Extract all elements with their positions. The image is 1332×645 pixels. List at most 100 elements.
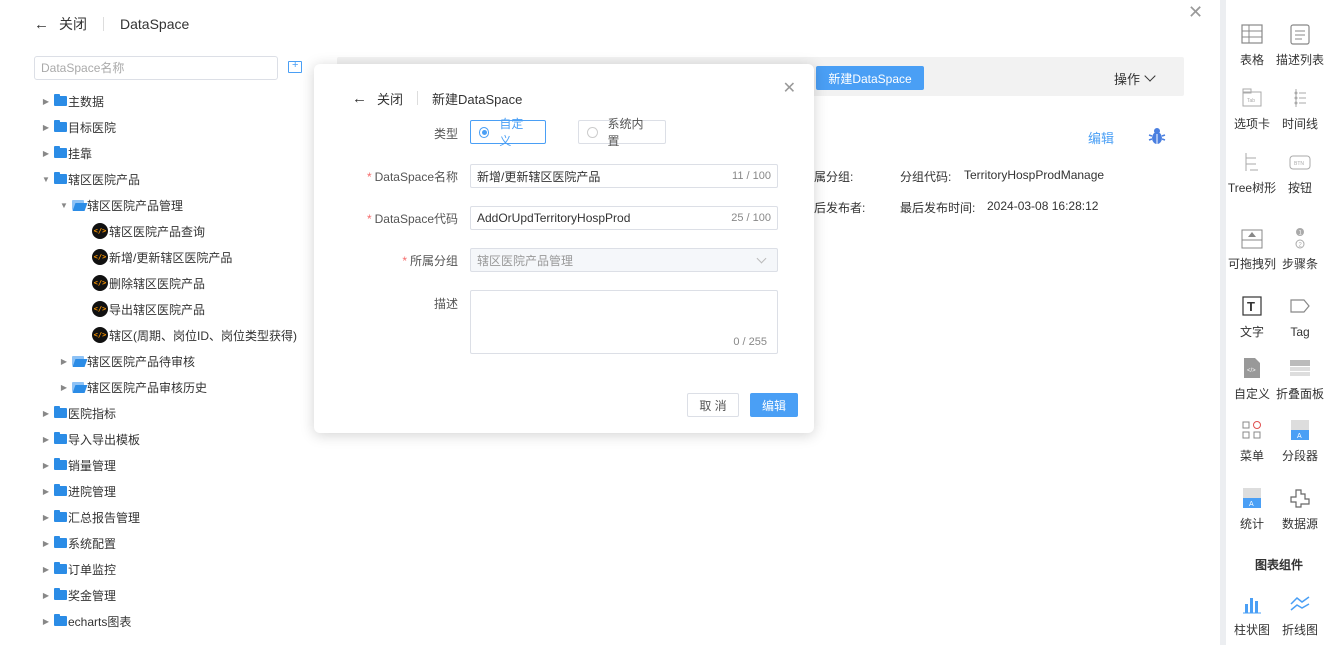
tree-node-label: echarts图表 (68, 614, 132, 629)
component-item[interactable]: 1 2 步骤条 (1274, 226, 1326, 271)
caret-right-icon[interactable]: ▶ (58, 357, 70, 366)
component-item[interactable]: 时间线 (1274, 86, 1326, 131)
tree-node[interactable]: </> 导出辖区医院产品 (92, 296, 205, 322)
debug-bug-icon[interactable] (1148, 126, 1166, 146)
code-input-value: AddOrUpdTerritoryHospProd (477, 211, 631, 225)
caret-right-icon[interactable]: ▶ (40, 409, 52, 418)
code-label: * DataSpace代码 (367, 210, 458, 227)
caret-right-icon[interactable]: ▶ (40, 487, 52, 496)
group-select-label: * 所属分组 (402, 252, 458, 269)
tree-node[interactable]: ▶ 订单监控 (40, 556, 116, 582)
caret-right-icon[interactable]: ▶ (40, 461, 52, 470)
tree-node[interactable]: </> 辖区(周期、岗位ID、岗位类型获得) (92, 322, 297, 348)
caret-right-icon[interactable]: ▶ (40, 617, 52, 626)
operations-dropdown[interactable]: 操作 (1114, 69, 1156, 88)
radio-checked-icon (479, 126, 490, 138)
group-select[interactable]: 辖区医院产品管理 (470, 248, 778, 272)
cancel-button[interactable]: 取 消 (687, 393, 739, 417)
component-item-label: 菜单 (1239, 449, 1264, 463)
tree-node-label: 新增/更新辖区医院产品 (109, 250, 233, 265)
tree-node[interactable]: ▼ 辖区医院产品 (40, 166, 140, 192)
chart-component-item[interactable]: 柱状图 (1226, 592, 1278, 637)
tree-node-label: 辖区医院产品管理 (87, 198, 184, 213)
tree-node[interactable]: ▶ 销量管理 (40, 452, 116, 478)
caret-right-icon[interactable]: ▶ (40, 149, 52, 158)
component-item[interactable]: T 文字 (1226, 294, 1278, 339)
code-icon: </> (92, 275, 108, 291)
tree-node[interactable]: ▶ 挂靠 (40, 140, 92, 166)
close-icon[interactable]: ✕ (1188, 3, 1203, 21)
component-item[interactable]: 描述列表 (1274, 22, 1326, 67)
caret-right-icon[interactable]: ▶ (40, 591, 52, 600)
component-item-label: 文字 (1239, 325, 1264, 339)
tree-node[interactable]: </> 删除辖区医院产品 (92, 270, 205, 296)
caret-down-icon[interactable]: ▼ (58, 201, 70, 210)
folder-icon (54, 172, 67, 184)
component-item[interactable]: Tag (1274, 294, 1326, 339)
component-item[interactable]: 折叠面板 (1274, 356, 1326, 401)
tree-node[interactable]: ▶ 奖金管理 (40, 582, 116, 608)
component-item[interactable]: 表格 (1226, 22, 1278, 67)
caret-right-icon[interactable]: ▶ (58, 383, 70, 392)
folder-icon (54, 406, 67, 418)
segmented-icon: A (1291, 420, 1309, 440)
chart-component-item[interactable]: 折线图 (1274, 592, 1326, 637)
component-item-label: 按钮 (1287, 181, 1312, 195)
folder-icon (54, 614, 67, 626)
close-link[interactable]: 关闭 (59, 14, 87, 34)
add-folder-icon[interactable] (288, 59, 302, 73)
tree-node[interactable]: ▶ 医院指标 (40, 400, 116, 426)
tree-node[interactable]: </> 辖区医院产品查询 (92, 218, 205, 244)
tree-node[interactable]: </> 新增/更新辖区医院产品 (92, 244, 232, 270)
name-input[interactable]: 新增/更新辖区医院产品 11 / 100 (470, 164, 778, 188)
menu-icon (1242, 421, 1261, 439)
component-item[interactable]: 数据源 (1274, 486, 1326, 531)
code-input[interactable]: AddOrUpdTerritoryHospProd 25 / 100 (470, 206, 778, 230)
type-radio-custom[interactable]: 自定义 (470, 117, 546, 148)
new-dataspace-button[interactable]: 新建DataSpace (816, 66, 924, 90)
tree-node[interactable]: ▶ 系统配置 (40, 530, 116, 556)
folder-icon (54, 120, 67, 132)
tree-node-label: 辖区(周期、岗位ID、岗位类型获得) (109, 328, 297, 343)
caret-right-icon[interactable]: ▶ (40, 435, 52, 444)
dataspace-search-input[interactable] (34, 56, 278, 80)
type-radio-system[interactable]: 系统内置 (578, 117, 666, 148)
tree-node[interactable]: ▶ 辖区医院产品待审核 (58, 348, 195, 374)
dialog-close-link[interactable]: 关闭 (377, 89, 403, 108)
component-item[interactable]: 菜单 (1226, 418, 1278, 463)
caret-right-icon[interactable]: ▶ (40, 123, 52, 132)
tree-node[interactable]: ▶ 进院管理 (40, 478, 116, 504)
edit-link[interactable]: 编辑 (1088, 128, 1114, 147)
confirm-edit-button[interactable]: 编辑 (750, 393, 798, 417)
component-item[interactable]: </> 自定义 (1226, 356, 1278, 401)
svg-text:BTN: BTN (1294, 161, 1304, 167)
table-icon (1241, 24, 1263, 44)
svg-text:T: T (1247, 299, 1255, 314)
tree-node[interactable]: ▶ echarts图表 (40, 608, 131, 634)
dialog-close-icon[interactable]: ✕ (783, 78, 796, 98)
tree-node[interactable]: ▶ 目标医院 (40, 114, 116, 140)
description-textarea[interactable]: 0 / 255 (470, 290, 778, 354)
tree-node[interactable]: ▶ 主数据 (40, 88, 104, 114)
component-item[interactable]: A 分段器 (1274, 418, 1326, 463)
component-item[interactable]: A 统计 (1226, 486, 1278, 531)
tree-node[interactable]: ▼ 辖区医院产品管理 (58, 192, 183, 218)
tree-node[interactable]: ▶ 导入导出模板 (40, 426, 140, 452)
tree-node-label: 系统配置 (68, 536, 117, 551)
component-item[interactable]: BTN 按钮 (1274, 150, 1326, 195)
component-item[interactable]: 可拖拽列 (1226, 226, 1278, 271)
caret-down-icon[interactable]: ▼ (40, 175, 52, 184)
group-code-label: 分组代码: (900, 170, 952, 184)
tree-node[interactable]: ▶ 辖区医院产品审核历史 (58, 374, 207, 400)
component-item[interactable]: Tab 选项卡 (1226, 86, 1278, 131)
arrow-left-icon[interactable]: ← (34, 16, 49, 33)
tree-node[interactable]: ▶ 汇总报告管理 (40, 504, 140, 530)
caret-right-icon[interactable]: ▶ (40, 565, 52, 574)
arrow-left-icon[interactable]: ← (352, 90, 367, 107)
component-item[interactable]: Tree树形 (1226, 150, 1278, 195)
publisher-label: 后发布者: (814, 201, 866, 215)
caret-right-icon[interactable]: ▶ (40, 539, 52, 548)
caret-right-icon[interactable]: ▶ (40, 97, 52, 106)
caret-right-icon[interactable]: ▶ (40, 513, 52, 522)
name-label: * DataSpace名称 (367, 168, 458, 185)
